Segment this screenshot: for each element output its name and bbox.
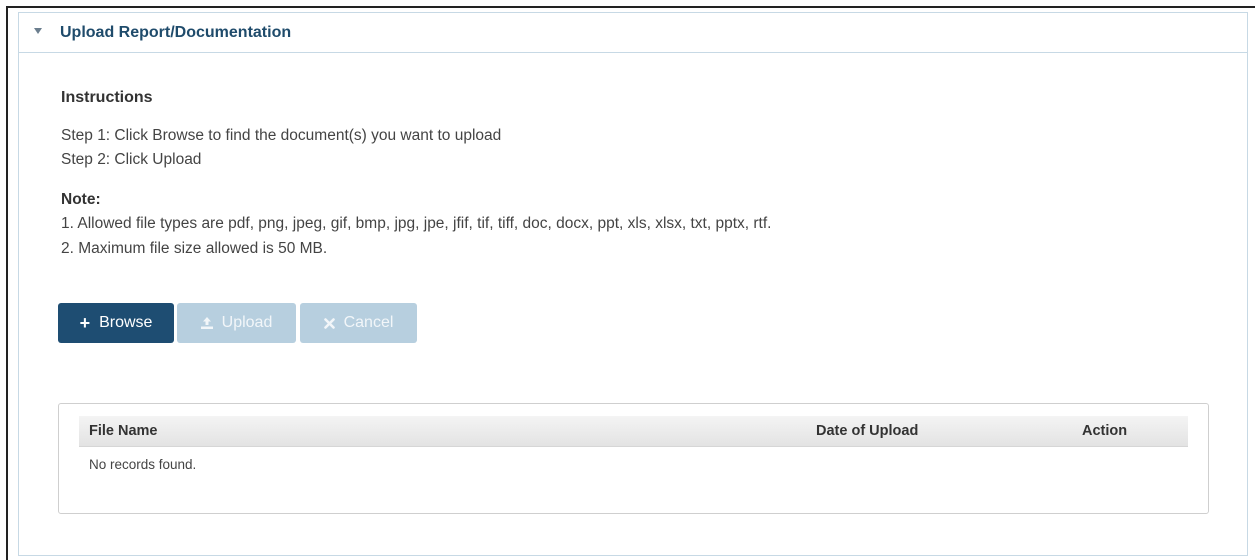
column-header-file-name[interactable]: File Name bbox=[89, 423, 158, 439]
upload-button-label: Upload bbox=[221, 314, 273, 331]
close-icon bbox=[323, 317, 335, 329]
cancel-button[interactable]: Cancel bbox=[300, 303, 417, 343]
browse-button[interactable]: + Browse bbox=[58, 303, 174, 343]
panel-title: Upload Report/Documentation bbox=[60, 24, 292, 41]
collapse-caret-icon[interactable] bbox=[34, 28, 42, 34]
instruction-step-2: Step 2: Click Upload bbox=[61, 151, 202, 168]
column-header-date-of-upload[interactable]: Date of Upload bbox=[816, 423, 918, 439]
instruction-step-1: Step 1: Click Browse to find the documen… bbox=[61, 127, 502, 144]
empty-table-message: No records found. bbox=[89, 457, 197, 472]
note-heading: Note: bbox=[61, 191, 101, 208]
column-header-action: Action bbox=[1082, 423, 1128, 439]
note-max-file-size: 2. Maximum file size allowed is 50 MB. bbox=[61, 240, 328, 257]
instructions-heading: Instructions bbox=[61, 89, 153, 106]
upload-icon bbox=[200, 317, 213, 329]
upload-button[interactable]: Upload bbox=[177, 303, 296, 343]
table-header-row: File Name Date of Upload Action bbox=[79, 416, 1188, 447]
cancel-button-label: Cancel bbox=[343, 314, 394, 331]
note-allowed-file-types: 1. Allowed file types are pdf, png, jpeg… bbox=[61, 215, 772, 232]
plus-icon: + bbox=[79, 313, 91, 333]
browse-button-label: Browse bbox=[99, 314, 153, 331]
panel-header[interactable]: Upload Report/Documentation bbox=[19, 13, 1247, 53]
uploaded-files-table: File Name Date of Upload Action No recor… bbox=[58, 403, 1209, 514]
